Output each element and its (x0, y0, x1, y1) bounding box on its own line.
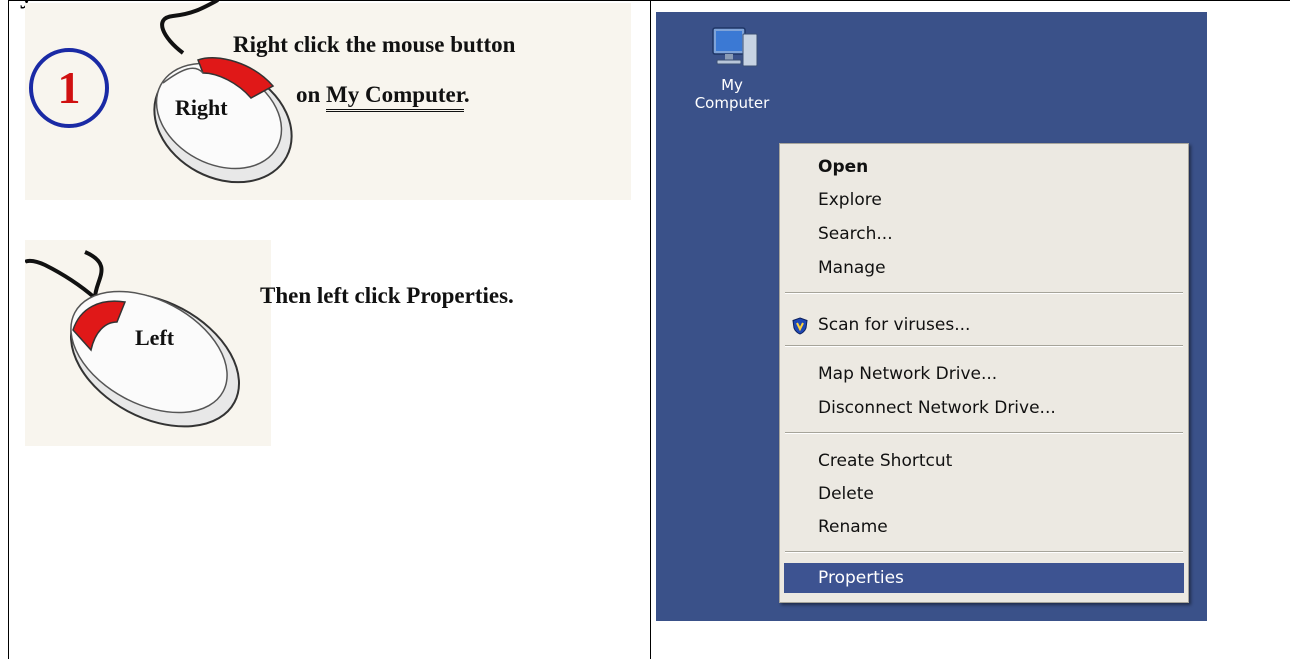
menu-item-delete[interactable]: Delete (818, 479, 874, 509)
mouse-button-label: Right (175, 95, 228, 120)
menu-item-manage[interactable]: Manage (818, 253, 886, 283)
menu-separator (785, 432, 1183, 434)
menu-item-scan-for-viruses[interactable]: Scan for viruses... (818, 310, 970, 340)
step1-instruction: Right click the mouse button (233, 32, 516, 57)
menu-item-create-shortcut[interactable]: Create Shortcut (818, 446, 952, 476)
desktop-icon-label: My (721, 76, 743, 94)
menu-item-map-network-drive[interactable]: Map Network Drive... (818, 359, 997, 389)
menu-item-disconnect-network-drive[interactable]: Disconnect Network Drive... (818, 393, 1056, 423)
computer-icon (712, 27, 758, 67)
step2-instruction: Then left click Properties. (260, 283, 514, 308)
menu-separator (785, 292, 1183, 294)
my-computer-reference: My Computer (326, 82, 464, 112)
my-computer-desktop-icon[interactable]: My Computer (678, 20, 788, 112)
step-number: 1 (57, 62, 81, 113)
shield-icon (792, 317, 808, 335)
mouse-button-label: Left (135, 325, 175, 350)
menu-item-properties[interactable]: Properties (784, 563, 1184, 593)
column-divider (650, 0, 651, 659)
step-number-badge: 1 (29, 48, 109, 128)
context-menu: Open Explore Search... Manage Scan for v… (779, 143, 1189, 603)
instruction-suffix: . (463, 82, 470, 107)
menu-item-explore[interactable]: Explore (818, 185, 882, 215)
menu-item-rename[interactable]: Rename (818, 512, 888, 542)
menu-item-open[interactable]: Open (818, 152, 868, 182)
step2-illustration: Left (25, 240, 271, 446)
instruction-prefix: on (296, 82, 327, 107)
menu-separator (785, 345, 1183, 347)
menu-item-search[interactable]: Search... (818, 219, 893, 249)
step1-instruction-line2: on My Computer. (296, 82, 470, 112)
desktop-icon-label-line2: Computer (694, 94, 770, 112)
menu-separator (785, 551, 1183, 553)
